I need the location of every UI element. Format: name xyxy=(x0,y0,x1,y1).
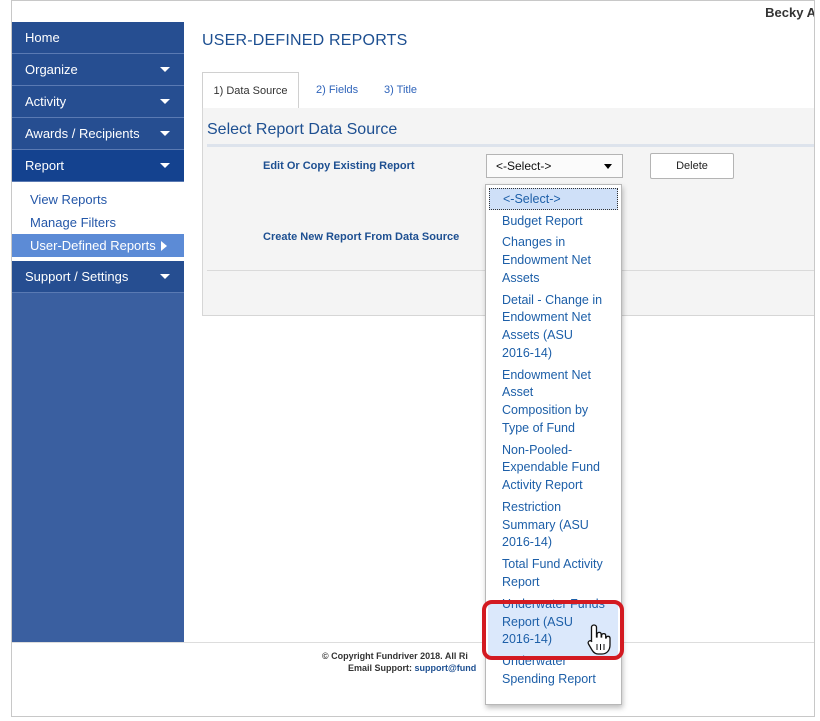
sidebar-item-label: Home xyxy=(25,30,60,45)
tab-bar: 1) Data Source 2) Fields 3) Title xyxy=(202,72,814,109)
chevron-right-icon xyxy=(161,241,167,251)
sidebar-item-label: Activity xyxy=(25,94,67,109)
chevron-down-icon xyxy=(160,274,170,279)
dropdown-option[interactable]: Detail - Change in Endowment Net Assets (A… xyxy=(502,292,602,363)
dropdown-option-line: Asset xyxy=(502,385,534,400)
footer: © Copyright Fundriver 2018. All Ri Email… xyxy=(12,642,814,716)
chevron-down-icon xyxy=(160,67,170,72)
page-title: USER-DEFINED REPORTS xyxy=(202,32,408,49)
dropdown-option-line: Composition by xyxy=(502,403,589,418)
dropdown-option-line: Non-Pooled- xyxy=(502,442,573,457)
submenu-item-user-defined-reports[interactable]: User-Defined Reports xyxy=(12,234,184,257)
sidebar-item-activity[interactable]: Activity xyxy=(12,86,184,118)
select-value: <-Select-> xyxy=(496,159,552,173)
dropdown-option-line: Spending Report xyxy=(502,671,596,686)
support-text: Email Support: support@fund xyxy=(348,663,476,673)
dropdown-option-line: Total Fund Activity xyxy=(502,557,603,572)
dropdown-option-line: Endowment Net xyxy=(502,367,591,382)
sidebar-item-awards-recipients[interactable]: Awards / Recipients xyxy=(12,118,184,150)
tab-title[interactable]: 3) Title xyxy=(384,72,417,108)
submenu-item-view-reports[interactable]: View Reports xyxy=(12,188,184,211)
copyright-text: © Copyright Fundriver 2018. All Ri xyxy=(322,651,468,661)
delete-button[interactable]: Delete xyxy=(650,153,734,179)
report-submenu: View Reports Manage Filters User-Defined… xyxy=(12,182,184,261)
dropdown-option[interactable]: Total Fund Activity Report xyxy=(502,556,603,591)
dropdown-option-line: Assets (ASU xyxy=(502,328,573,343)
dropdown-option-select[interactable]: <-Select-> xyxy=(489,188,618,210)
dropdown-option-line: Type of Fund xyxy=(502,420,575,435)
dropdown-option-line: Changes in xyxy=(502,235,566,250)
tab-fields[interactable]: 2) Fields xyxy=(316,72,358,108)
sidebar-item-label: Support / Settings xyxy=(25,269,129,284)
sidebar-item-label: Report xyxy=(25,158,65,173)
section-title: Select Report Data Source xyxy=(207,121,398,138)
sidebar-item-organize[interactable]: Organize xyxy=(12,54,184,86)
dropdown-option[interactable]: Budget Report xyxy=(502,213,583,231)
dropdown-option-line: Assets xyxy=(502,270,540,285)
user-name[interactable]: Becky A xyxy=(765,5,814,20)
sidebar-item-report[interactable]: Report xyxy=(12,150,184,182)
top-bar: Becky A xyxy=(12,1,814,23)
dropdown-option-line: Activity Report xyxy=(502,478,583,493)
dropdown-option-line: Report xyxy=(502,575,540,589)
support-email-link[interactable]: support@fund xyxy=(415,663,477,673)
dropdown-option-line: Endowment Net xyxy=(502,310,591,325)
sidebar-item-support-settings[interactable]: Support / Settings xyxy=(12,261,184,293)
dropdown-option-line: Budget Report xyxy=(502,213,583,228)
submenu-item-manage-filters[interactable]: Manage Filters xyxy=(12,211,184,234)
dropdown-option[interactable]: Restriction Summary (ASU 2016-14) xyxy=(502,499,589,552)
dropdown-option-line: Summary (ASU xyxy=(502,517,589,532)
hand-cursor-icon xyxy=(587,624,611,655)
dropdown-option-line: Endowment Net xyxy=(502,253,591,268)
sidebar-item-label: Awards / Recipients xyxy=(25,126,140,141)
existing-report-select[interactable]: <-Select-> xyxy=(486,154,623,178)
dropdown-option[interactable]: Endowment Net Asset Composition by Type of … xyxy=(502,367,591,438)
chevron-down-icon xyxy=(160,99,170,104)
sidebar-item-label: Organize xyxy=(25,62,78,77)
dropdown-option-line: Expendable Fund xyxy=(502,460,600,475)
chevron-down-icon xyxy=(160,131,170,136)
app-window: Becky A Home Organize Activity Awards / … xyxy=(11,0,815,717)
section-divider xyxy=(207,144,814,147)
dropdown-option-line: Restriction xyxy=(502,500,562,514)
sidebar-item-home[interactable]: Home xyxy=(12,22,184,54)
sidebar: Home Organize Activity Awards / Recipien… xyxy=(12,22,184,642)
dropdown-arrow-icon xyxy=(604,164,612,169)
edit-report-label: Edit Or Copy Existing Report xyxy=(263,160,415,172)
support-label: Email Support: xyxy=(348,663,415,673)
dropdown-option-line: 2016-14) xyxy=(502,535,553,550)
dropdown-option[interactable]: Changes in Endowment Net Assets xyxy=(502,234,591,287)
dropdown-option-line: 2016-14) xyxy=(502,345,553,360)
chevron-down-icon xyxy=(160,163,170,168)
create-report-label: Create New Report From Data Source xyxy=(263,231,460,243)
submenu-item-label: User-Defined Reports xyxy=(30,238,156,253)
dropdown-option-line: Detail - Change in xyxy=(502,292,603,307)
dropdown-option[interactable]: Non-Pooled- Expendable Fund Activity Repor… xyxy=(502,442,600,495)
tab-data-source[interactable]: 1) Data Source xyxy=(202,72,299,109)
